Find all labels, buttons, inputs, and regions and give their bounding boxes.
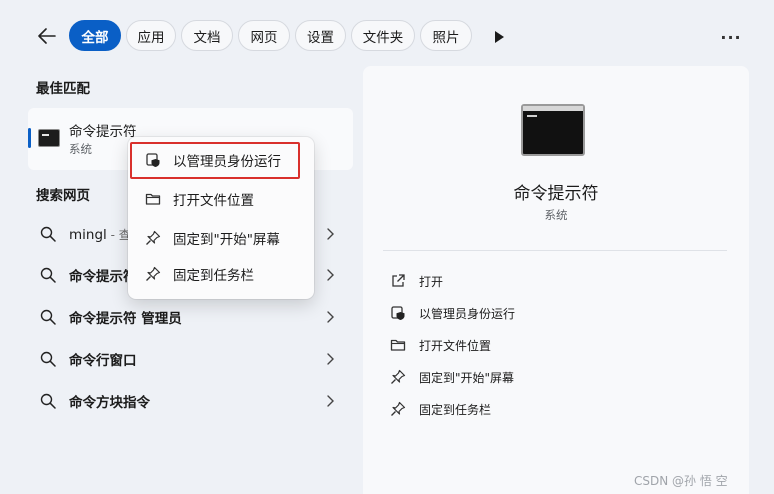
more-options-button[interactable]: ··· bbox=[716, 26, 746, 48]
pin-icon bbox=[146, 230, 161, 245]
action-open[interactable]: 打开 bbox=[381, 267, 581, 295]
search-icon bbox=[40, 351, 56, 367]
chevron-right-icon bbox=[327, 228, 334, 240]
play-icon bbox=[495, 31, 504, 43]
web-result-text: 命令行窗口 bbox=[69, 353, 137, 369]
chevron-right-icon bbox=[327, 353, 334, 365]
tab-web[interactable]: 网页 bbox=[238, 20, 290, 51]
web-result-row[interactable]: 命令方块指令 bbox=[28, 382, 353, 420]
pin-icon bbox=[146, 266, 161, 281]
best-match-subtitle: 系统 bbox=[69, 142, 92, 156]
shield-icon bbox=[146, 153, 160, 167]
best-match-name: 命令提示符 bbox=[69, 124, 137, 140]
window-titlebar bbox=[523, 106, 583, 111]
menu-item-pin-taskbar[interactable]: 固定到任务栏 bbox=[132, 257, 310, 291]
folder-icon bbox=[145, 193, 161, 205]
best-match-heading: 最佳匹配 bbox=[36, 81, 90, 97]
tab-photos[interactable]: 照片 bbox=[420, 20, 472, 51]
action-pin-start[interactable]: 固定到"开始"屏幕 bbox=[381, 363, 581, 391]
back-button[interactable] bbox=[34, 23, 60, 49]
web-result-query: mingl bbox=[69, 226, 107, 243]
tab-settings[interactable]: 设置 bbox=[295, 20, 346, 51]
action-pin-taskbar[interactable]: 固定到任务栏 bbox=[381, 395, 581, 423]
menu-item-open-location[interactable]: 打开文件位置 bbox=[132, 182, 310, 216]
web-result-text: 命令提示符 管理员 bbox=[69, 311, 182, 327]
web-result-row[interactable]: 命令行窗口 bbox=[28, 340, 353, 378]
action-label: 打开文件位置 bbox=[419, 338, 492, 353]
tab-folders[interactable]: 文件夹 bbox=[351, 20, 415, 51]
detail-title: 命令提示符 bbox=[513, 184, 599, 204]
divider bbox=[383, 250, 727, 251]
action-label: 固定到"开始"屏幕 bbox=[419, 370, 515, 385]
web-result-text: mingl - 查 bbox=[69, 226, 131, 243]
menu-item-label: 固定到任务栏 bbox=[173, 268, 254, 284]
detail-subtitle: 系统 bbox=[544, 208, 568, 222]
context-menu: 以管理员身份运行 打开文件位置 固定到"开始"屏幕 固定到任务栏 bbox=[128, 137, 314, 299]
more-tabs-button[interactable] bbox=[488, 26, 510, 48]
pin-icon bbox=[391, 401, 406, 416]
menu-item-run-as-admin[interactable]: 以管理员身份运行 bbox=[132, 143, 310, 177]
menu-item-pin-start[interactable]: 固定到"开始"屏幕 bbox=[132, 221, 310, 255]
action-label: 打开 bbox=[419, 274, 444, 289]
action-label: 以管理员身份运行 bbox=[419, 306, 516, 321]
prompt-cursor bbox=[527, 115, 537, 117]
web-result-row[interactable]: 命令提示符 管理员 bbox=[28, 298, 353, 336]
web-search-heading: 搜索网页 bbox=[36, 188, 90, 204]
tab-apps[interactable]: 应用 bbox=[126, 20, 176, 51]
command-prompt-large-icon bbox=[521, 104, 585, 156]
shield-icon bbox=[391, 306, 405, 320]
search-icon bbox=[40, 226, 56, 242]
command-prompt-icon bbox=[38, 129, 60, 147]
menu-item-label: 打开文件位置 bbox=[173, 193, 254, 209]
pin-icon bbox=[391, 369, 406, 384]
detail-panel: 命令提示符 系统 打开 以管理员身份运行 打开文件位置 固定到"开始"屏幕 固定… bbox=[363, 66, 749, 494]
menu-item-label: 固定到"开始"屏幕 bbox=[173, 232, 280, 248]
chevron-right-icon bbox=[327, 395, 334, 407]
tab-all[interactable]: 全部 bbox=[69, 20, 121, 51]
folder-icon bbox=[390, 339, 406, 351]
menu-item-label: 以管理员身份运行 bbox=[173, 154, 281, 170]
search-icon bbox=[40, 393, 56, 409]
selection-indicator bbox=[28, 128, 31, 148]
back-arrow-icon bbox=[38, 28, 56, 44]
web-result-text: 命令提示符 bbox=[69, 269, 137, 285]
web-result-text: 命令方块指令 bbox=[69, 395, 150, 411]
chevron-right-icon bbox=[327, 269, 334, 281]
action-run-as-admin[interactable]: 以管理员身份运行 bbox=[381, 299, 581, 327]
action-open-location[interactable]: 打开文件位置 bbox=[381, 331, 581, 359]
filter-bar: 全部 应用 文档 网页 设置 文件夹 照片 ··· bbox=[0, 0, 774, 70]
search-icon bbox=[40, 267, 56, 283]
open-external-icon bbox=[392, 274, 405, 287]
chevron-right-icon bbox=[327, 311, 334, 323]
search-icon bbox=[40, 309, 56, 325]
watermark: CSDN @孙 悟 空 bbox=[634, 474, 728, 488]
tab-documents[interactable]: 文档 bbox=[181, 20, 233, 51]
action-label: 固定到任务栏 bbox=[419, 402, 492, 417]
